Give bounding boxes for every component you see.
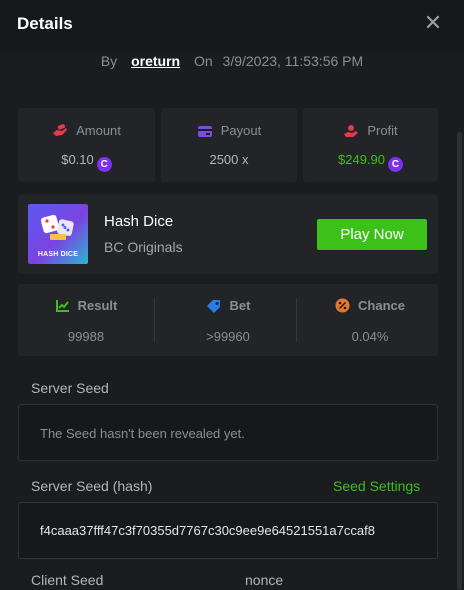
amount-card: Amount $0.10 C <box>18 108 155 182</box>
by-label: By <box>100 53 118 69</box>
close-icon[interactable]: ✕ <box>422 12 444 34</box>
chance-label: Chance <box>358 298 405 313</box>
result-value: 99988 <box>67 329 105 344</box>
play-now-button[interactable]: Play Now <box>317 219 427 250</box>
bet-label: Bet <box>229 298 251 313</box>
nonce-label: nonce <box>245 572 284 588</box>
game-card: HASH DICE Hash Dice BC Originals Play No… <box>18 194 438 274</box>
result-column: Result 99988 <box>18 284 154 356</box>
profit-label: Profit <box>367 123 398 138</box>
scrollbar[interactable] <box>457 132 462 590</box>
chance-column: Chance 0.04% <box>302 284 438 356</box>
divider <box>296 298 297 342</box>
server-seed-hash-label: Server Seed (hash) <box>31 478 153 494</box>
bet-value: >99960 <box>206 329 250 344</box>
modal-title: Details <box>17 14 73 33</box>
amount-value: $0.10 <box>61 152 94 167</box>
payout-label: Payout <box>220 123 262 138</box>
server-seed-hash-value: f4caaa37fff47c3f70355d7767c30c9ee9e64521… <box>40 523 375 538</box>
on-label: On <box>193 53 213 69</box>
dice-icon <box>40 214 74 240</box>
bet-tag-icon <box>206 300 220 313</box>
game-thumbnail[interactable]: HASH DICE <box>28 204 88 264</box>
profit-value: $249.90 <box>338 152 385 167</box>
payout-card-icon <box>197 126 212 137</box>
coin-icon: C <box>96 157 112 172</box>
username-link[interactable]: oreturn <box>131 53 180 69</box>
chance-percent-icon <box>335 298 350 313</box>
server-seed-label: Server Seed <box>31 380 109 396</box>
amount-label: Amount <box>76 123 121 138</box>
thumbnail-label: HASH DICE <box>37 251 79 258</box>
modal-header: Details ✕ <box>0 0 464 52</box>
server-seed-hash-field[interactable]: f4caaa37fff47c3f70355d7767c30c9ee9e64521… <box>18 502 438 559</box>
result-chart-icon <box>55 300 69 312</box>
chance-value: 0.04% <box>351 329 389 344</box>
bet-meta: By oreturn On 3/9/2023, 11:53:56 PM <box>0 53 464 69</box>
result-card: Result 99988 Bet >99960 Chance 0.04% <box>18 284 438 356</box>
client-seed-label: Client Seed <box>31 572 104 588</box>
game-name[interactable]: Hash Dice <box>104 213 173 230</box>
result-label: Result <box>77 298 118 313</box>
bet-column: Bet >99960 <box>160 284 296 356</box>
game-provider: BC Originals <box>104 239 183 255</box>
profit-card: Profit $249.90 C <box>303 108 438 182</box>
amount-hand-icon <box>53 124 68 136</box>
server-seed-value: The Seed hasn't been revealed yet. <box>40 426 245 441</box>
payout-card: Payout 2500 x <box>161 108 297 182</box>
seed-settings-link[interactable]: Seed Settings <box>333 478 420 494</box>
coin-icon: C <box>388 157 403 172</box>
payout-value: 2500 x <box>209 152 249 167</box>
profit-hand-icon <box>344 125 359 137</box>
divider <box>154 298 155 342</box>
server-seed-field[interactable]: The Seed hasn't been revealed yet. <box>18 404 438 461</box>
bet-datetime: 3/9/2023, 11:53:56 PM <box>222 53 364 69</box>
